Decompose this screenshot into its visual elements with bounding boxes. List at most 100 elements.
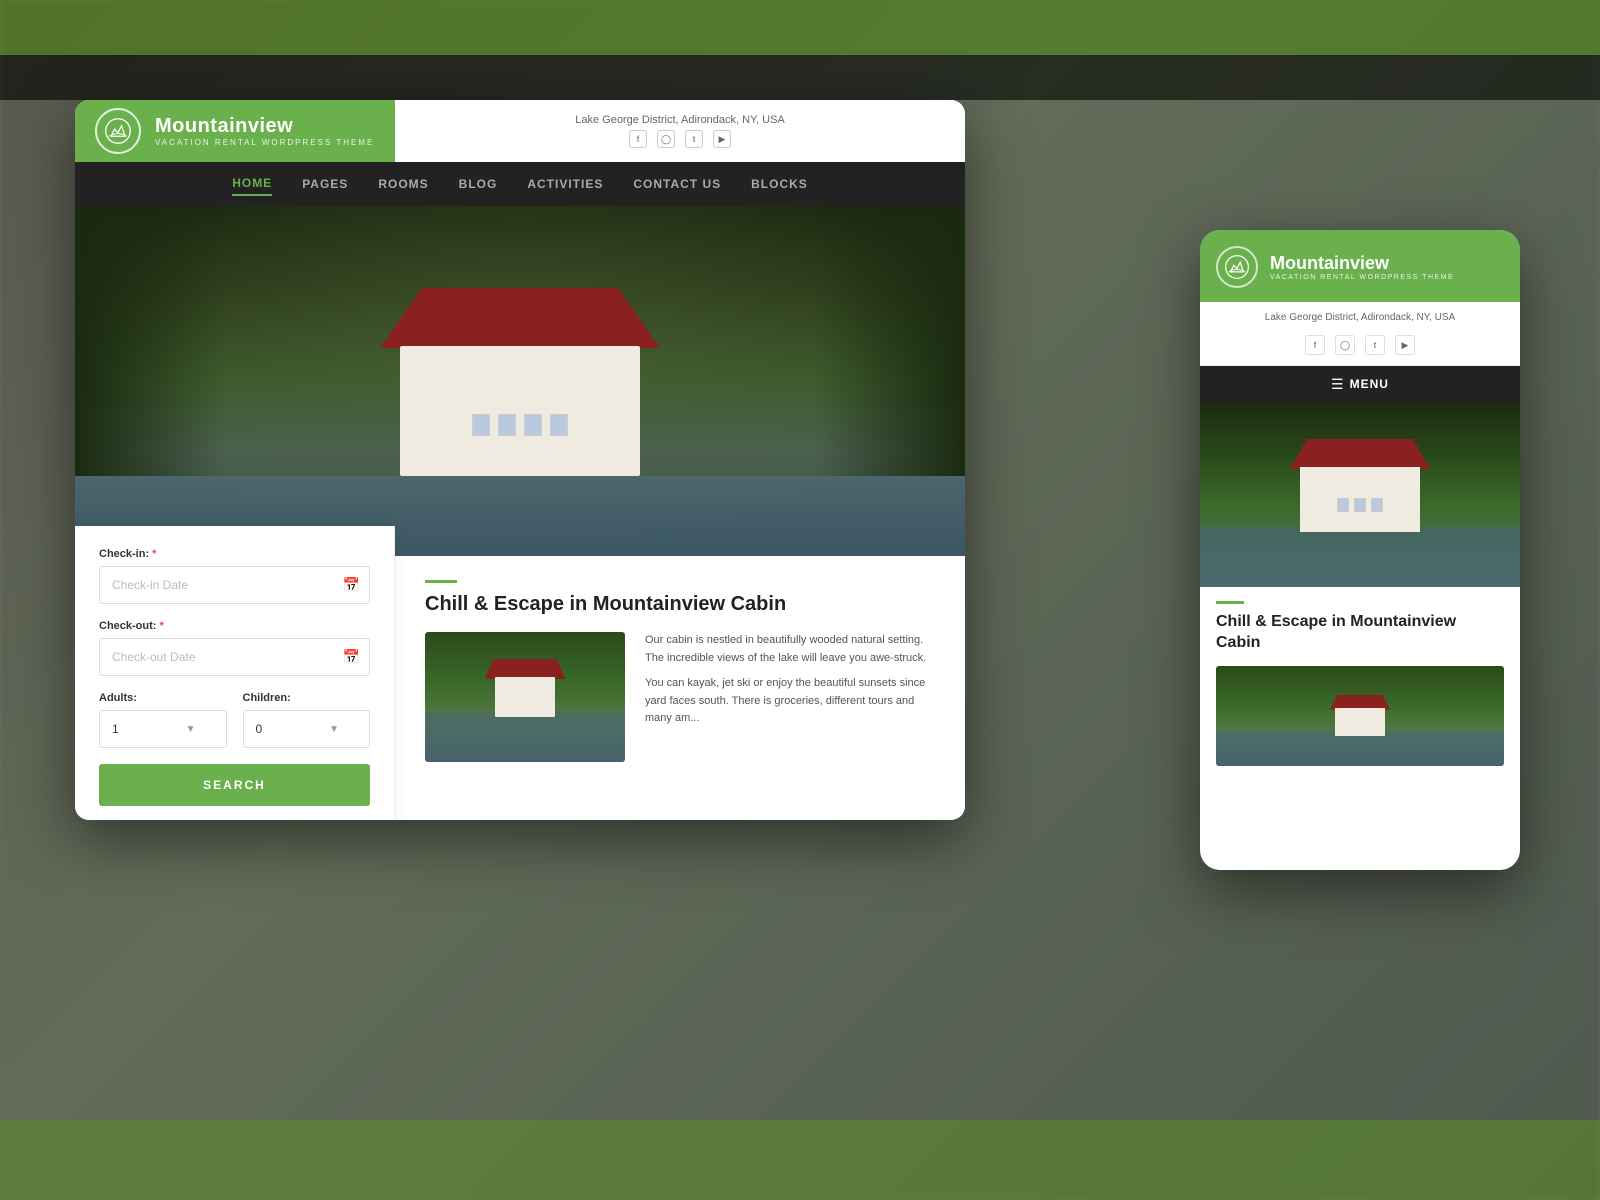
mobile-hero bbox=[1200, 402, 1520, 587]
calendar-icon-checkout: 📅 bbox=[343, 649, 360, 666]
desktop-logo-title: Mountainview bbox=[155, 115, 374, 138]
desktop-mockup: Mountainview VACATION RENTAL WORDPRESS T… bbox=[75, 100, 965, 820]
mobile-hero-water bbox=[1200, 527, 1520, 587]
mobile-divider bbox=[1216, 601, 1244, 604]
checkin-input[interactable]: Check-in Date bbox=[99, 566, 370, 604]
checkout-input[interactable]: Check-out Date bbox=[99, 638, 370, 676]
children-arrow: ▼ bbox=[329, 724, 339, 735]
mhb-window-1 bbox=[1337, 498, 1349, 512]
checkin-label: Check-in: * bbox=[99, 548, 370, 560]
instagram-icon[interactable]: ◯ bbox=[657, 130, 675, 148]
cb-roof bbox=[485, 659, 565, 679]
mobile-logo-title: Mountainview bbox=[1270, 253, 1454, 274]
nav-item-activities[interactable]: ACTIVITIES bbox=[527, 173, 603, 195]
mobile-twitter-icon[interactable]: t bbox=[1365, 335, 1385, 355]
bg-nav-bar bbox=[0, 55, 1600, 100]
nav-item-home[interactable]: HOME bbox=[232, 172, 272, 196]
building-main bbox=[400, 346, 640, 476]
search-button[interactable]: SEARCH bbox=[99, 764, 370, 806]
mobile-hero-building bbox=[1290, 442, 1430, 532]
checkout-required: * bbox=[159, 620, 163, 632]
checkout-label: Check-out: * bbox=[99, 620, 370, 632]
mhb-window-3 bbox=[1371, 498, 1383, 512]
mobile-youtube-icon[interactable]: ▶ bbox=[1395, 335, 1415, 355]
checkout-field-group: Check-out: * Check-out Date 📅 bbox=[99, 620, 370, 676]
mobile-facebook-icon[interactable]: f bbox=[1305, 335, 1325, 355]
mobile-header: Mountainview VACATION RENTAL WORDPRESS T… bbox=[1200, 230, 1520, 302]
desktop-logo-area: Mountainview VACATION RENTAL WORDPRESS T… bbox=[75, 100, 395, 162]
content-para-1: Our cabin is nestled in beautifully wood… bbox=[645, 632, 935, 667]
mobile-logo-circle bbox=[1216, 246, 1258, 288]
desktop-logo-subtitle: VACATION RENTAL WORDPRESS THEME bbox=[155, 138, 374, 147]
mhb-roof bbox=[1290, 439, 1430, 469]
checkin-field-group: Check-in: * Check-in Date 📅 bbox=[99, 548, 370, 604]
mobile-nav-bar: ☰ MENU bbox=[1200, 366, 1520, 402]
bg-bottom-bar bbox=[0, 1120, 1600, 1200]
adults-select[interactable]: 1 ▼ bbox=[99, 710, 227, 748]
desktop-logo-text: Mountainview VACATION RENTAL WORDPRESS T… bbox=[155, 115, 374, 147]
desktop-logo-circle bbox=[95, 108, 141, 154]
section-title: Chill & Escape in Mountainview Cabin bbox=[425, 593, 935, 616]
content-text: Our cabin is nestled in beautifully wood… bbox=[645, 632, 935, 762]
booking-panel: Check-in: * Check-in Date 📅 Check-out: * bbox=[75, 526, 395, 820]
mhb-main bbox=[1300, 467, 1420, 532]
mobile-section-title: Chill & Escape in Mountainview Cabin bbox=[1216, 612, 1504, 654]
mobile-mockup: Mountainview VACATION RENTAL WORDPRESS T… bbox=[1200, 230, 1520, 870]
desktop-header-right: Lake George District, Adirondack, NY, US… bbox=[395, 100, 965, 162]
mobile-location-bar: Lake George District, Adirondack, NY, US… bbox=[1200, 302, 1520, 329]
nav-item-contact[interactable]: CONTACT US bbox=[633, 173, 721, 195]
mobile-menu-label[interactable]: MENU bbox=[1350, 377, 1389, 391]
bg-top-bar bbox=[0, 0, 1600, 55]
content-img-building bbox=[485, 662, 565, 717]
mhb-window-2 bbox=[1354, 498, 1366, 512]
logo-icon bbox=[104, 117, 132, 145]
hamburger-icon[interactable]: ☰ bbox=[1331, 376, 1344, 393]
mobile-instagram-icon[interactable]: ◯ bbox=[1335, 335, 1355, 355]
mobile-logo-icon bbox=[1224, 254, 1250, 280]
mhb-windows bbox=[1320, 498, 1400, 512]
window-1 bbox=[472, 414, 490, 436]
mobile-logo-subtitle: VACATION RENTAL WORDPRESS THEME bbox=[1270, 274, 1454, 281]
twitter-icon[interactable]: t bbox=[685, 130, 703, 148]
content-flex: Our cabin is nestled in beautifully wood… bbox=[425, 632, 935, 762]
mci-lake bbox=[1216, 731, 1504, 766]
youtube-icon[interactable]: ▶ bbox=[713, 130, 731, 148]
desktop-social-bar: f ◯ t ▶ bbox=[629, 130, 731, 148]
nav-item-blog[interactable]: BLOG bbox=[459, 173, 498, 195]
nav-item-rooms[interactable]: ROOMS bbox=[378, 173, 428, 195]
mobile-social-bar: f ◯ t ▶ bbox=[1200, 329, 1520, 366]
adults-label: Adults: bbox=[99, 692, 227, 704]
desktop-hero bbox=[75, 206, 965, 556]
mobile-content-image bbox=[1216, 666, 1504, 766]
calendar-icon-checkin: 📅 bbox=[343, 577, 360, 594]
content-para-2: You can kayak, jet ski or enjoy the beau… bbox=[645, 675, 935, 728]
mobile-logo-text: Mountainview VACATION RENTAL WORDPRESS T… bbox=[1270, 253, 1454, 281]
mci-main bbox=[1335, 708, 1385, 736]
building-roof bbox=[380, 288, 660, 348]
hero-trees-left bbox=[75, 206, 225, 476]
desktop-location: Lake George District, Adirondack, NY, US… bbox=[575, 114, 785, 126]
children-field: Children: 0 ▼ bbox=[243, 692, 371, 748]
mobile-content: Chill & Escape in Mountainview Cabin bbox=[1200, 587, 1520, 780]
building-windows bbox=[440, 414, 600, 436]
adults-field: Adults: 1 ▼ bbox=[99, 692, 227, 748]
window-4 bbox=[550, 414, 568, 436]
guests-row: Adults: 1 ▼ Children: 0 ▼ bbox=[99, 692, 370, 748]
nav-item-pages[interactable]: PAGES bbox=[302, 173, 348, 195]
children-select[interactable]: 0 ▼ bbox=[243, 710, 371, 748]
main-content-area: Chill & Escape in Mountainview Cabin Our… bbox=[395, 556, 965, 820]
children-label: Children: bbox=[243, 692, 371, 704]
content-img-lake bbox=[425, 712, 625, 762]
desktop-nav: HOME PAGES ROOMS BLOG ACTIVITIES CONTACT… bbox=[75, 162, 965, 206]
mci-building bbox=[1330, 696, 1390, 736]
mobile-location-text: Lake George District, Adirondack, NY, US… bbox=[1216, 312, 1504, 323]
hero-building bbox=[380, 296, 660, 476]
content-image bbox=[425, 632, 625, 762]
desktop-content: Check-in: * Check-in Date 📅 Check-out: * bbox=[75, 556, 965, 820]
nav-item-blocks[interactable]: BLOCKS bbox=[751, 173, 808, 195]
section-divider bbox=[425, 580, 457, 583]
facebook-icon[interactable]: f bbox=[629, 130, 647, 148]
desktop-header: Mountainview VACATION RENTAL WORDPRESS T… bbox=[75, 100, 965, 162]
cb-main bbox=[495, 677, 555, 717]
adults-arrow: ▼ bbox=[186, 724, 196, 735]
